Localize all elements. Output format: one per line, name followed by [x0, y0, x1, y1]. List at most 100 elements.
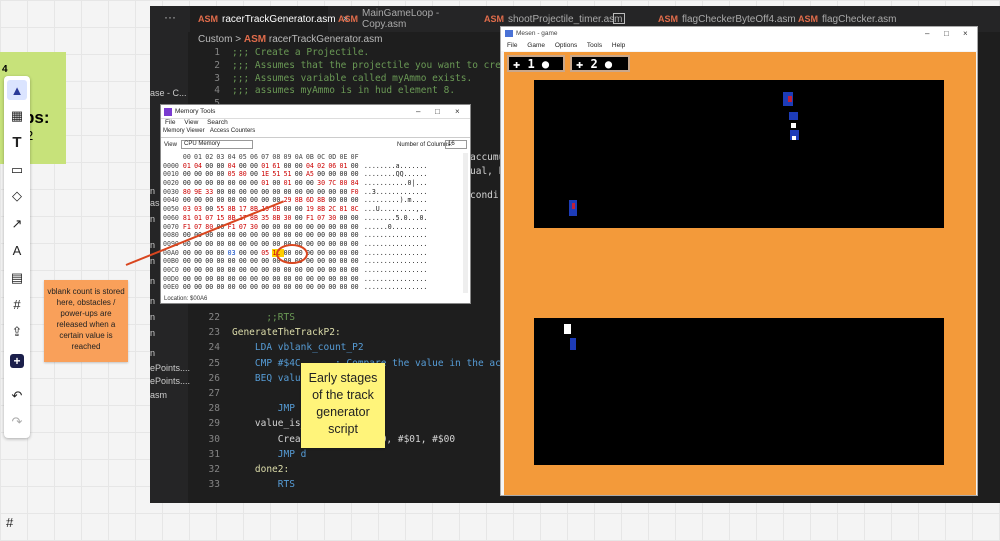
hex-byte[interactable]: 7C [328, 179, 339, 188]
hex-byte[interactable]: 00 [340, 231, 351, 240]
hex-byte[interactable]: 00 [295, 231, 306, 240]
hex-byte[interactable]: 00 [317, 188, 328, 197]
hex-byte[interactable]: 51 [284, 170, 295, 179]
hex-byte[interactable]: 00 [261, 188, 272, 197]
hex-byte[interactable]: 00 [239, 266, 250, 275]
hex-byte[interactable]: 00 [239, 249, 250, 258]
tab-memory-viewer[interactable]: Memory Viewer [163, 128, 205, 134]
hex-byte[interactable]: 29 [284, 196, 295, 205]
explorer-item[interactable]: ePoints.... [150, 363, 190, 373]
menu-tools[interactable]: Tools [587, 42, 602, 49]
hex-byte[interactable]: 01 [261, 179, 272, 188]
hex-byte[interactable]: 00 [239, 196, 250, 205]
hex-byte[interactable]: 00 [295, 223, 306, 232]
code-line[interactable]: GenerateTheTrackP2: [232, 327, 341, 338]
hex-byte[interactable]: 00 [306, 283, 317, 292]
hex-byte[interactable]: 00 [228, 266, 239, 275]
close-icon[interactable]: × [963, 29, 968, 38]
explorer-item[interactable]: n [150, 256, 155, 266]
hex-byte[interactable]: 04 [228, 162, 239, 171]
sticky-note-yellow[interactable]: Early stages of the track generator scri… [301, 363, 385, 448]
hex-byte[interactable]: 00 [340, 196, 351, 205]
hex-byte[interactable]: 00 [317, 249, 328, 258]
hex-byte[interactable]: 00 [340, 170, 351, 179]
hex-byte[interactable]: 00 [351, 275, 362, 284]
hex-byte[interactable]: 2C [328, 205, 339, 214]
hex-byte[interactable]: 01 [194, 214, 205, 223]
hex-byte[interactable]: 00 [261, 266, 272, 275]
select-tool-icon[interactable]: ▲ [7, 80, 27, 100]
hex-byte[interactable]: 00 [340, 275, 351, 284]
hex-byte[interactable]: 00 [250, 275, 261, 284]
hex-byte[interactable]: 00 [317, 275, 328, 284]
menu-file[interactable]: File [165, 119, 175, 126]
hex-byte[interactable]: 00 [239, 275, 250, 284]
hex-byte[interactable]: F1 [306, 214, 317, 223]
hex-byte[interactable]: 00 [295, 266, 306, 275]
hex-byte[interactable]: 00 [284, 231, 295, 240]
game-titlebar[interactable]: Mesen - game – □ × [501, 27, 977, 40]
hex-byte[interactable]: 00 [216, 188, 227, 197]
tab-access-counters[interactable]: Access Counters [210, 128, 255, 134]
hex-byte[interactable]: 00 [216, 249, 227, 258]
code-line[interactable]: ;;; Assumes variable called myAmmo exist… [232, 73, 472, 84]
hex-byte[interactable]: 00 [317, 231, 328, 240]
hex-byte[interactable]: 00 [306, 188, 317, 197]
hex-byte[interactable]: F0 [351, 188, 362, 197]
hex-byte[interactable]: 00 [194, 240, 205, 249]
hex-byte[interactable]: 00 [295, 275, 306, 284]
hex-scrollbar[interactable] [463, 153, 468, 293]
hex-byte[interactable]: 01 [340, 162, 351, 171]
hex-byte[interactable]: 00 [194, 170, 205, 179]
hex-byte[interactable]: 00 [228, 188, 239, 197]
hex-byte[interactable]: 00 [250, 231, 261, 240]
hex-byte[interactable]: 04 [194, 162, 205, 171]
breadcrumb-file[interactable]: racerTrackGenerator.asm [269, 34, 383, 45]
hex-byte[interactable]: 00 [284, 266, 295, 275]
hex-byte[interactable]: 00 [250, 266, 261, 275]
hex-byte[interactable]: 00 [239, 257, 250, 266]
hex-byte[interactable]: 00 [284, 162, 295, 171]
hex-byte[interactable]: 81 [183, 214, 194, 223]
hex-byte[interactable]: 01 [183, 162, 194, 171]
hex-byte[interactable]: 8C [351, 205, 362, 214]
hex-byte[interactable]: 00 [328, 275, 339, 284]
hex-byte[interactable]: 00 [272, 275, 283, 284]
hex-byte[interactable]: 01 [261, 162, 272, 171]
hex-byte[interactable]: 00 [272, 188, 283, 197]
comment-tool-icon[interactable]: ▤ [7, 268, 27, 288]
hex-byte[interactable]: 8B [295, 196, 306, 205]
hex-byte[interactable]: 00 [317, 266, 328, 275]
explorer-item[interactable]: n [150, 296, 155, 306]
hex-grid[interactable]: 00 01 02 03 04 05 06 07 08 09 0A 0B 0C 0D 0E 0F 0000 01 0… [163, 153, 467, 293]
annotation-circle[interactable] [276, 244, 308, 264]
hex-byte[interactable]: 30 [250, 223, 261, 232]
hex-byte[interactable]: 00 [340, 249, 351, 258]
hex-byte[interactable]: 00 [216, 283, 227, 292]
code-line[interactable]: value_is_ [232, 418, 306, 429]
hex-byte[interactable]: 00 [183, 266, 194, 275]
hex-byte[interactable]: 00 [295, 170, 306, 179]
hex-byte[interactable]: 00 [284, 223, 295, 232]
code-line[interactable]: done2: [232, 464, 289, 475]
hex-byte[interactable]: 00 [239, 162, 250, 171]
hex-byte[interactable]: 00 [295, 283, 306, 292]
hex-byte[interactable]: 03 [183, 205, 194, 214]
hex-byte[interactable]: 00 [351, 231, 362, 240]
split-editor-icon[interactable] [613, 13, 625, 24]
hex-byte[interactable]: 00 [261, 196, 272, 205]
hex-byte[interactable]: 00 [183, 249, 194, 258]
hex-byte[interactable]: 00 [183, 283, 194, 292]
hex-byte[interactable]: 00 [205, 266, 216, 275]
hex-byte[interactable]: 00 [183, 196, 194, 205]
hex-byte[interactable]: 00 [194, 257, 205, 266]
hex-byte[interactable]: 00 [205, 162, 216, 171]
close-icon[interactable]: × [455, 107, 460, 116]
hex-byte[interactable]: 17 [239, 205, 250, 214]
hex-byte[interactable]: 00 [194, 283, 205, 292]
hex-byte[interactable]: 00 [261, 231, 272, 240]
hex-byte[interactable]: 00 [328, 240, 339, 249]
code-line[interactable]: ;;RTS [232, 312, 295, 323]
hex-byte[interactable]: 80 [239, 170, 250, 179]
explorer-item[interactable]: ePoints.... [150, 376, 190, 386]
